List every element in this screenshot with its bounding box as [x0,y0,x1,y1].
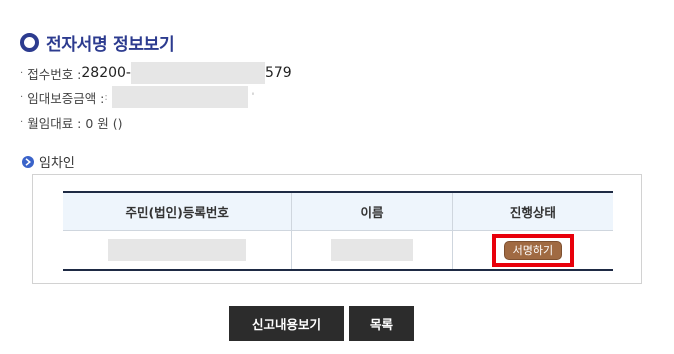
redacted-registration-number [108,239,247,261]
deposit-amount-row: · 임대보증금액 : : ' [20,86,254,108]
redacted-name [331,239,414,261]
monthly-rent-label: 월임대료 : 0 원 () [27,115,123,131]
view-report-button[interactable]: 신고내용보기 [229,306,344,341]
receipt-number-label: 접수번호 : [27,66,82,82]
deposit-amount-trailing: ' [251,92,255,102]
sign-button[interactable]: 서명하기 [503,240,563,260]
monthly-rent-row: · 월임대료 : 0 원 () [20,112,123,132]
lessee-section-header: 임차인 [22,152,75,171]
table-row: 서명하기 [63,230,613,271]
page-title: 전자서명 정보보기 [46,34,175,55]
column-header-registration-number: 주민(법인)등록번호 [63,191,292,231]
bullet-dot-icon: · [20,91,24,103]
list-button[interactable]: 목록 [349,306,414,341]
ring-bullet-icon [20,32,39,52]
page-header: 전자서명 정보보기 [20,31,175,55]
table-header-row: 주민(법인)등록번호 이름 진행상태 [63,191,613,231]
receipt-number-suffix: 579 [264,65,292,81]
lessee-panel: 주민(법인)등록번호 이름 진행상태 서명하기 [32,174,642,284]
sign-button-highlight: 서명하기 [491,233,575,267]
lessee-table: 주민(법인)등록번호 이름 진행상태 서명하기 [63,191,613,271]
status-cell: 서명하기 [451,230,613,271]
name-cell [291,230,453,271]
circle-arrow-icon [22,155,34,168]
redacted-deposit-amount [111,86,248,108]
receipt-number-row: · 접수번호 : 28200- 579 [20,62,292,84]
column-header-name: 이름 [291,191,453,231]
redacted-receipt-number [130,62,265,84]
registration-number-cell [63,230,292,271]
bullet-dot-icon: · [20,67,24,79]
deposit-amount-label: 임대보증금액 : [27,90,105,106]
column-header-status: 진행상태 [451,191,613,231]
bullet-dot-icon: · [20,116,24,128]
receipt-number-prefix: 28200- [81,65,131,81]
lessee-section-title: 임차인 [39,156,75,171]
